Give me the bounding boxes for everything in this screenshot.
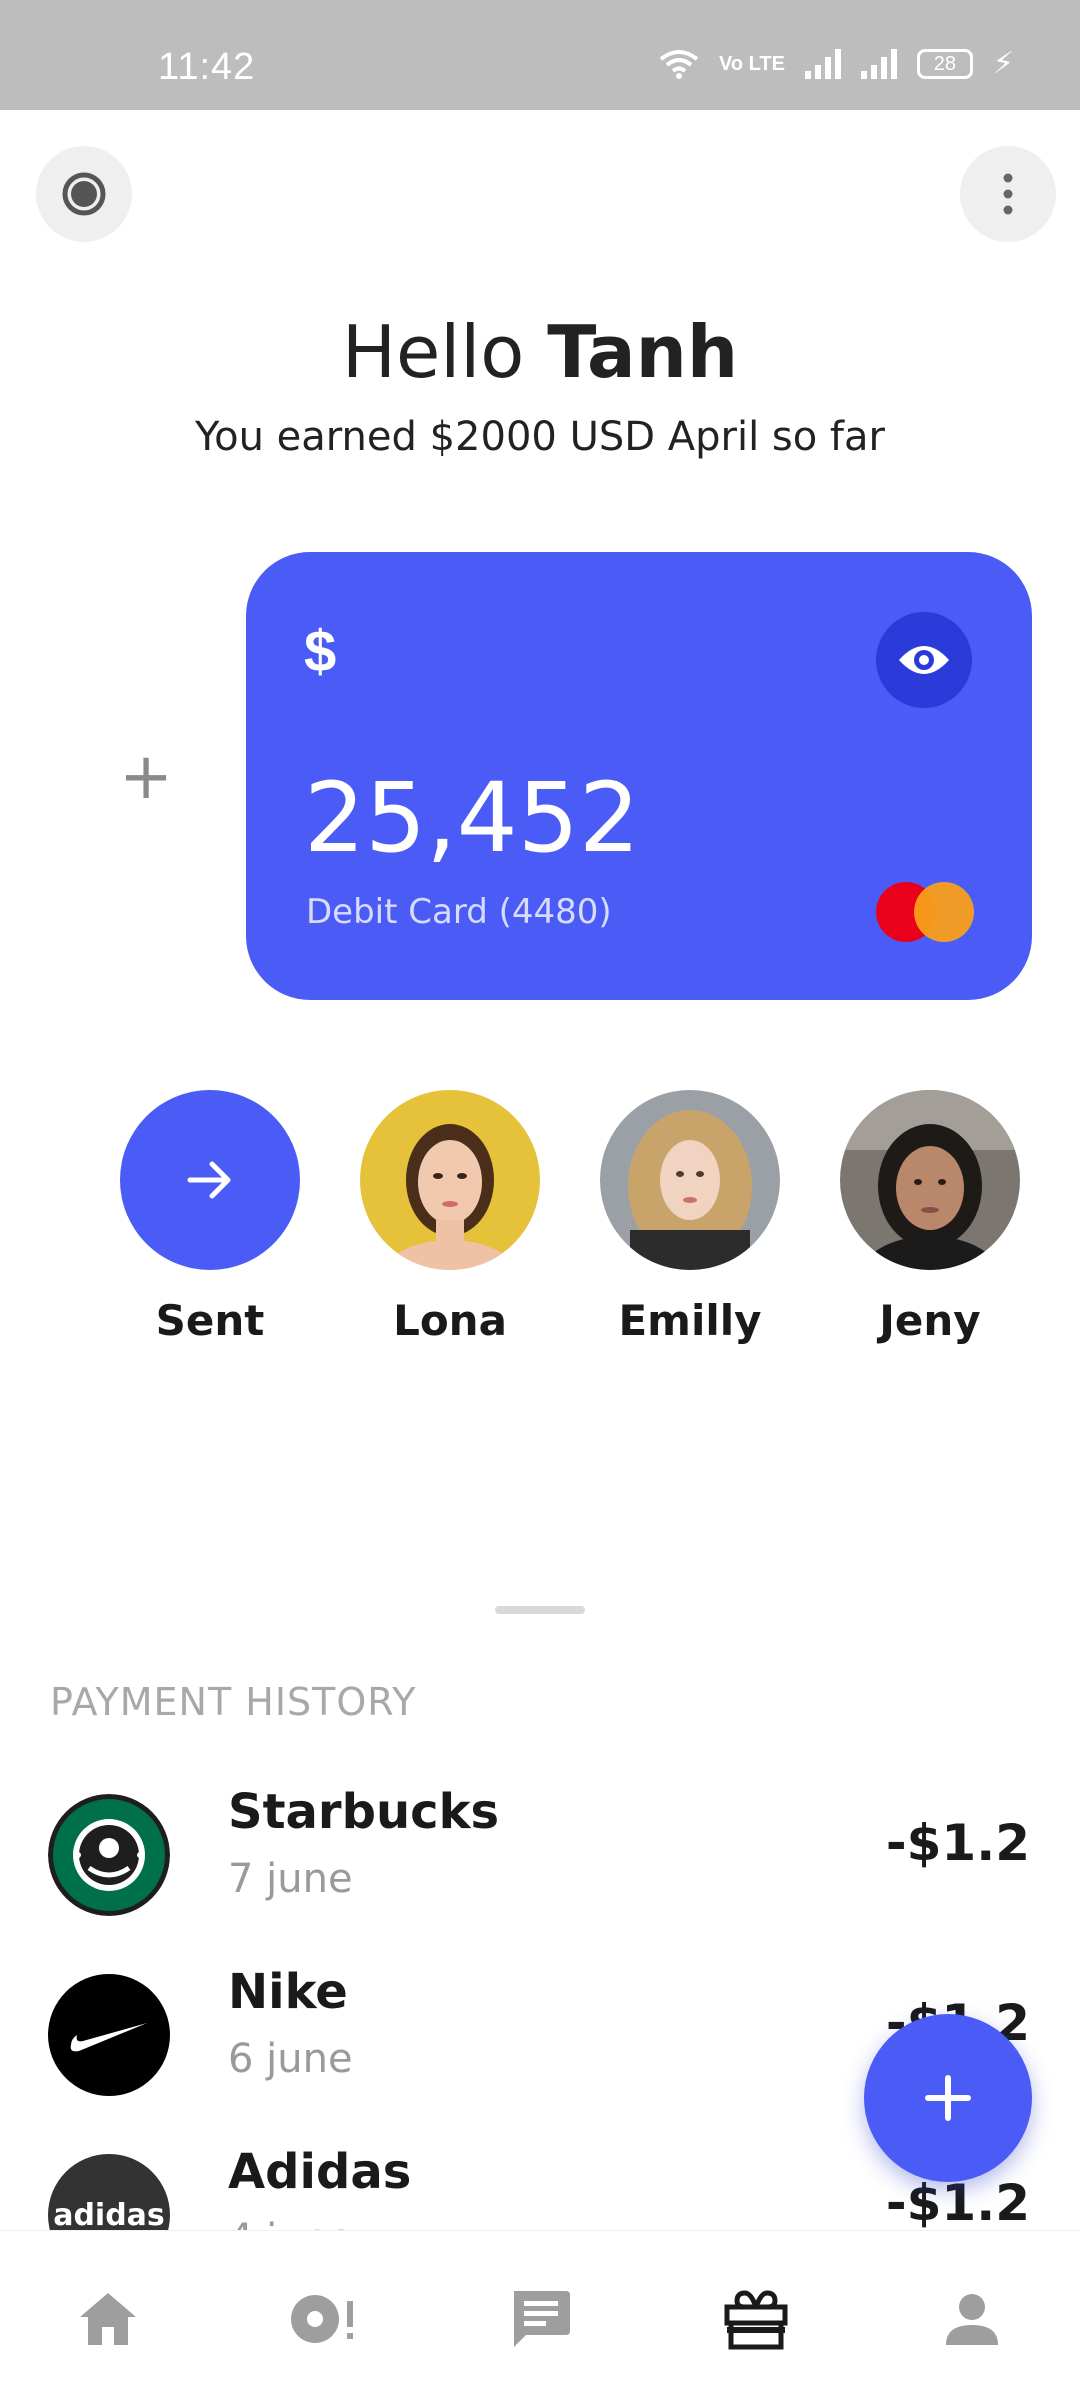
signal-icon-2 <box>860 48 897 79</box>
user-name: Tanh <box>547 310 739 394</box>
status-time: 11:42 <box>158 46 256 88</box>
transaction-date: 7 june <box>228 1856 353 1902</box>
charging-icon: ⚡ <box>992 47 1014 80</box>
merchant-name: Starbucks <box>228 1784 500 1840</box>
quick-contacts: Sent Lona Emilly Jeny <box>0 1090 1080 1360</box>
wifi-icon <box>659 49 699 79</box>
avatar[interactable] <box>360 1090 540 1270</box>
battery-icon: 28 <box>916 48 973 79</box>
eye-icon <box>899 646 949 674</box>
contact-name: Emilly <box>618 1296 762 1345</box>
merchant-name: Adidas <box>228 2144 412 2200</box>
card-currency-symbol: $ <box>304 619 337 684</box>
status-icons: Vo LTE 28 ⚡ <box>659 46 1014 81</box>
arrow-right-icon <box>187 1161 231 1199</box>
more-options-button[interactable] <box>960 146 1056 242</box>
plus-icon <box>925 2075 971 2121</box>
theme-toggle-button[interactable] <box>36 146 132 242</box>
avatar[interactable] <box>840 1090 1020 1270</box>
nike-logo <box>48 1974 170 2096</box>
merchant-name: Nike <box>228 1964 348 2020</box>
contact-jeny[interactable]: Jeny <box>840 1090 1020 1345</box>
card-label: Debit Card (4480) <box>306 892 612 932</box>
greeting-heading: Hello Tanh <box>0 310 1080 394</box>
nav-home[interactable] <box>68 2279 148 2359</box>
contact-emilly[interactable]: Emilly <box>600 1090 780 1345</box>
nav-activity[interactable] <box>284 2279 364 2359</box>
volte-label: Vo LTE <box>719 52 785 75</box>
payment-history-title: PAYMENT HISTORY <box>50 1680 417 1724</box>
transaction-amount: -$1.2 <box>885 1814 1030 1872</box>
debit-card[interactable]: $ 25,452 Debit Card (4480) <box>246 552 1032 1000</box>
greeting-prefix: Hello <box>341 310 525 394</box>
send-button[interactable] <box>120 1090 300 1270</box>
toggle-balance-visibility-button[interactable] <box>876 612 972 708</box>
earnings-subtitle: You earned $2000 USD April so far <box>195 414 885 460</box>
nav-messages[interactable] <box>500 2279 580 2359</box>
add-transaction-button[interactable] <box>864 2014 1032 2182</box>
avatar[interactable] <box>600 1090 780 1270</box>
contact-sent[interactable]: Sent <box>120 1090 300 1345</box>
card-balance: 25,452 <box>304 762 640 874</box>
add-card-button[interactable]: + <box>116 740 176 814</box>
contact-name: Jeny <box>879 1296 981 1345</box>
disc-alert-icon <box>291 2295 353 2343</box>
transaction-date: 4 june <box>228 2216 353 2230</box>
starbucks-logo <box>48 1794 170 1916</box>
transaction-amount: -$1.2 <box>885 2174 1030 2230</box>
nav-profile[interactable] <box>932 2279 1012 2359</box>
sheet-drag-handle[interactable] <box>495 1606 585 1614</box>
chat-icon <box>514 2291 570 2347</box>
status-bar: 11:42 Vo LTE 28 ⚡ <box>0 0 1080 110</box>
gift-icon <box>724 2290 788 2350</box>
adidas-logo: adidas <box>48 2154 170 2230</box>
home-icon <box>80 2293 136 2345</box>
contact-name: Sent <box>155 1296 265 1345</box>
contact-lona[interactable]: Lona <box>360 1090 540 1345</box>
contact-name: Lona <box>393 1296 507 1345</box>
transaction-date: 6 june <box>228 2036 353 2082</box>
more-vertical-icon <box>1003 173 1013 215</box>
list-item[interactable]: Starbucks 7 june -$1.2 <box>0 1784 1080 1934</box>
bottom-navigation <box>0 2230 1080 2400</box>
profile-icon <box>946 2294 998 2345</box>
half-moon-icon <box>62 172 106 216</box>
nav-rewards[interactable] <box>716 2279 796 2359</box>
mastercard-logo <box>876 882 976 942</box>
signal-icon <box>804 48 841 79</box>
